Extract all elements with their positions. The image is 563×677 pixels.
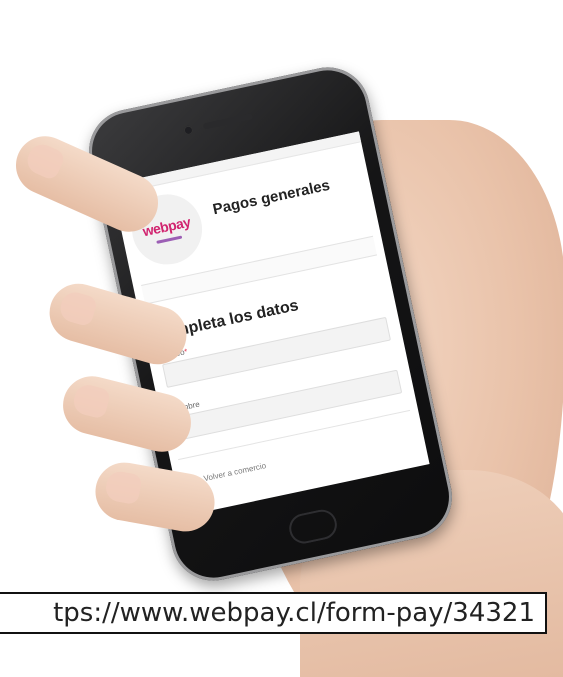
logo-underline [156,235,183,244]
fingernail [23,140,67,182]
photo-stage: webpay Pagos generales Completa los dato… [0,0,563,677]
back-link-text: Volver a comercio [202,460,267,483]
required-mark: * [183,346,189,357]
url-text: tps://www.webpay.cl/form-pay/34321 [53,598,535,628]
fingernail [70,382,112,420]
fingernail [57,289,99,328]
fingernail [103,469,143,506]
url-caption-box: tps://www.webpay.cl/form-pay/34321 [0,592,547,634]
page-title: Pagos generales [211,176,332,218]
